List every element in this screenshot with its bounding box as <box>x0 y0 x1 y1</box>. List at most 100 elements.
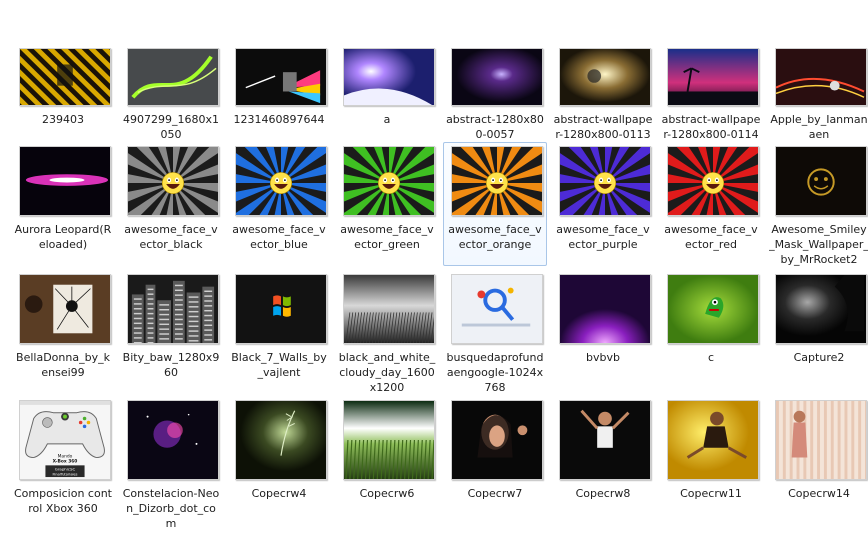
file-name-label: c <box>707 351 715 364</box>
file-name-label: abstract-1280x800-0057 <box>446 113 544 141</box>
file-name-label: Copecrw7 <box>467 487 523 500</box>
svg-text:GraphicSC: GraphicSC <box>55 467 76 472</box>
file-item[interactable]: awesome_face_vector_green <box>335 142 439 266</box>
file-thumbnail[interactable] <box>19 146 111 216</box>
file-item[interactable]: abstract-wallpaper-1280x800-0113 <box>551 40 655 141</box>
file-thumbnail[interactable] <box>235 48 327 106</box>
file-grid: 239403 4907299_1680x1050 1231460897644 a abs… <box>0 0 868 534</box>
svg-text:X-Box 360: X-Box 360 <box>53 458 78 464</box>
file-item[interactable]: awesome_face_vector_black <box>119 142 223 266</box>
file-name-label: busquedaprofundaengoogle-1024x768 <box>446 351 544 394</box>
file-thumbnail[interactable] <box>559 274 651 344</box>
file-thumbnail[interactable] <box>559 400 651 480</box>
file-thumbnail[interactable] <box>559 146 651 216</box>
file-item[interactable]: bvbvb <box>551 270 655 394</box>
file-name-label: Bity_baw_1280x960 <box>122 351 220 379</box>
file-item[interactable]: Black_7_Walls_by_vajlent <box>227 270 331 394</box>
file-item[interactable]: awesome_face_vector_orange <box>443 142 547 266</box>
file-thumbnail[interactable] <box>235 146 327 216</box>
file-name-label: Apple_by_Ianmanaen <box>770 113 868 141</box>
file-thumbnail[interactable] <box>775 400 867 480</box>
file-item[interactable]: Copecrw11 <box>659 396 763 534</box>
file-item[interactable]: busquedaprofundaengoogle-1024x768 <box>443 270 547 394</box>
file-name-label: 1231460897644 <box>233 113 325 126</box>
file-item[interactable]: black_and_white_cloudy_day_1600x1200 <box>335 270 439 394</box>
file-name-label: awesome_face_vector_black <box>124 223 218 251</box>
file-item[interactable]: a <box>335 40 439 140</box>
file-thumbnail[interactable] <box>451 274 543 344</box>
file-name-label: Constelacion-Neon_Dizorb_dot_com <box>122 487 220 530</box>
file-thumbnail[interactable] <box>559 48 651 106</box>
file-thumbnail[interactable] <box>775 48 867 106</box>
file-thumbnail[interactable] <box>127 274 219 344</box>
file-name-label: 4907299_1680x1050 <box>123 113 219 141</box>
file-item[interactable]: awesome_face_vector_red <box>659 142 763 266</box>
file-name-label: awesome_face_vector_green <box>340 223 434 251</box>
file-thumbnail[interactable] <box>343 146 435 216</box>
file-item[interactable]: Copecrw4 <box>227 396 331 534</box>
file-item[interactable]: Constelacion-Neon_Dizorb_dot_com <box>119 396 223 534</box>
file-thumbnail[interactable] <box>127 400 219 480</box>
file-name-label: black_and_white_cloudy_day_1600x1200 <box>338 351 436 394</box>
file-item[interactable]: Mando X-Box 360 GraphicSC FinalTutoriales Co… <box>11 396 115 534</box>
file-name-label: Composicion control Xbox 360 <box>14 487 112 515</box>
file-name-label: Copecrw14 <box>788 487 850 500</box>
file-name-label: Copecrw6 <box>359 487 415 500</box>
file-thumbnail[interactable] <box>343 48 435 106</box>
file-item[interactable]: Copecrw7 <box>443 396 547 534</box>
file-name-label: awesome_face_vector_purple <box>556 223 650 251</box>
file-name-label: awesome_face_vector_orange <box>448 223 542 251</box>
file-item[interactable]: Capture2 <box>767 270 868 394</box>
file-name-label: awesome_face_vector_blue <box>232 223 326 251</box>
file-thumbnail[interactable] <box>667 146 759 216</box>
file-name-label: abstract-wallpaper-1280x800-0113 <box>553 113 653 141</box>
file-name-label: Capture2 <box>793 351 845 364</box>
file-thumbnail[interactable] <box>127 48 219 106</box>
file-item[interactable]: Copecrw14 <box>767 396 868 534</box>
file-thumbnail[interactable] <box>775 274 867 344</box>
file-thumbnail[interactable] <box>343 274 435 344</box>
file-thumbnail[interactable] <box>451 146 543 216</box>
file-item[interactable]: Aurora Leopard(Reloaded) <box>11 142 115 266</box>
file-item[interactable]: awesome_face_vector_purple <box>551 142 655 266</box>
file-thumbnail[interactable] <box>451 400 543 480</box>
file-item[interactable]: Bity_baw_1280x960 <box>119 270 223 394</box>
file-thumbnail[interactable] <box>19 48 111 106</box>
file-name-label: abstract-wallpaper-1280x800-0114 <box>661 113 761 141</box>
file-item[interactable]: abstract-1280x800-0057 <box>443 40 547 141</box>
file-name-label: BellaDonna_by_kensei99 <box>16 351 110 379</box>
file-item[interactable]: Apple_by_Ianmanaen <box>767 40 868 141</box>
file-name-label: Copecrw11 <box>680 487 742 500</box>
file-name-label: Black_7_Walls_by_vajlent <box>231 351 327 379</box>
file-item[interactable]: Awesome_Smiley_Mask_Wallpaper_by_MrRocke… <box>767 142 868 266</box>
file-name-label: a <box>383 113 391 126</box>
file-name-label: Aurora Leopard(Reloaded) <box>14 223 112 251</box>
file-thumbnail[interactable]: Mando X-Box 360 GraphicSC FinalTutoriales <box>19 400 111 480</box>
file-item[interactable]: Copecrw6 <box>335 396 439 534</box>
file-item[interactable]: 239403 <box>11 40 115 140</box>
file-thumbnail[interactable] <box>451 48 543 106</box>
file-name-label: Copecrw4 <box>251 487 307 500</box>
file-thumbnail[interactable] <box>667 48 759 106</box>
file-thumbnail[interactable] <box>667 400 759 480</box>
file-item[interactable]: 4907299_1680x1050 <box>119 40 223 141</box>
file-thumbnail[interactable] <box>235 400 327 480</box>
svg-text:FinalTutoriales: FinalTutoriales <box>53 473 78 477</box>
file-thumbnail[interactable] <box>343 400 435 480</box>
file-thumbnail[interactable] <box>235 274 327 344</box>
file-item[interactable]: BellaDonna_by_kensei99 <box>11 270 115 394</box>
file-name-label: 239403 <box>42 113 84 126</box>
file-thumbnail[interactable] <box>127 146 219 216</box>
file-item[interactable]: c <box>659 270 763 394</box>
file-thumbnail[interactable] <box>19 274 111 344</box>
file-item[interactable]: awesome_face_vector_blue <box>227 142 331 266</box>
file-name-label: Awesome_Smiley_Mask_Wallpaper_by_MrRocke… <box>769 223 868 266</box>
file-name-label: bvbvb <box>586 351 620 364</box>
file-name-label: awesome_face_vector_red <box>664 223 758 251</box>
file-item[interactable]: abstract-wallpaper-1280x800-0114 <box>659 40 763 141</box>
file-thumbnail[interactable] <box>667 274 759 344</box>
file-item[interactable]: Copecrw8 <box>551 396 655 534</box>
file-thumbnail[interactable] <box>775 146 867 216</box>
file-name-label: Copecrw8 <box>575 487 631 500</box>
file-item[interactable]: 1231460897644 <box>227 40 331 140</box>
